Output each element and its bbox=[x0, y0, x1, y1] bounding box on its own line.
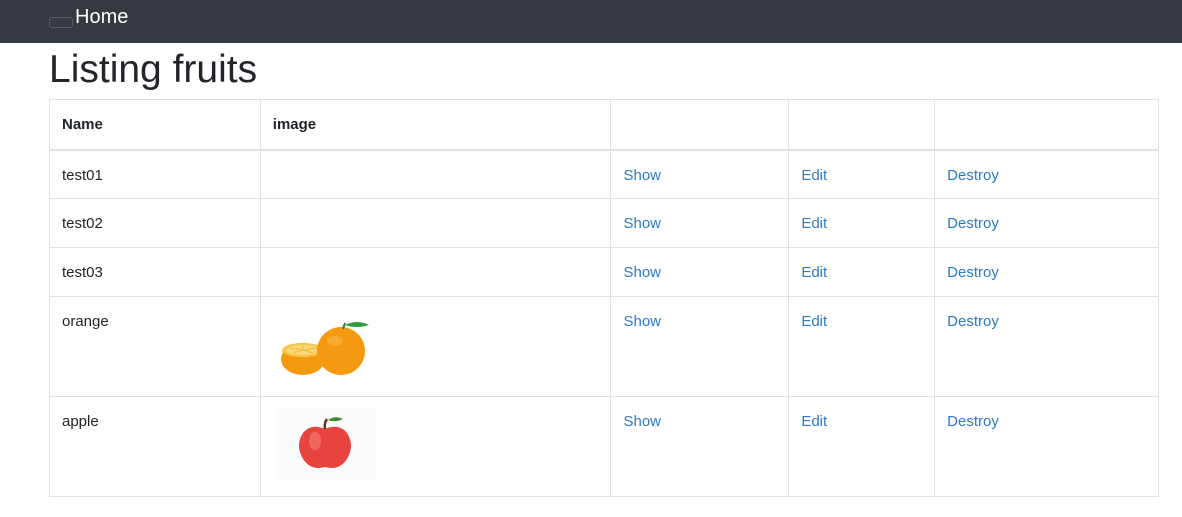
fruit-name: test02 bbox=[49, 198, 261, 248]
home-link[interactable]: Home bbox=[75, 5, 128, 29]
table-row: test01 Show Edit Destroy bbox=[49, 149, 1159, 199]
fruit-name: orange bbox=[49, 296, 261, 397]
show-link[interactable]: Show bbox=[623, 413, 661, 430]
edit-link[interactable]: Edit bbox=[801, 413, 827, 430]
header-image: image bbox=[259, 99, 612, 151]
navbar-toggler-button[interactable] bbox=[49, 17, 73, 28]
header-destroy bbox=[934, 99, 1159, 151]
header-show bbox=[610, 99, 790, 151]
table-row: test03 Show Edit Destroy bbox=[49, 247, 1159, 297]
orange-image bbox=[280, 322, 369, 375]
edit-link[interactable]: Edit bbox=[801, 167, 827, 184]
fruit-image-cell bbox=[259, 296, 612, 397]
table-row: test02 Show Edit Destroy bbox=[49, 198, 1159, 248]
fruits-table: Name image test01 Show Edit Destroy test… bbox=[49, 99, 1159, 497]
table-row: apple Show Edit Destroy bbox=[49, 396, 1159, 497]
fruit-image-cell bbox=[259, 396, 612, 497]
destroy-link[interactable]: Destroy bbox=[947, 264, 999, 281]
header-name: Name bbox=[49, 99, 261, 151]
edit-link[interactable]: Edit bbox=[801, 215, 827, 232]
edit-link[interactable]: Edit bbox=[801, 264, 827, 281]
destroy-link[interactable]: Destroy bbox=[947, 167, 999, 184]
fruit-image-cell bbox=[259, 149, 612, 199]
header-edit bbox=[788, 99, 936, 151]
fruit-image-cell bbox=[259, 198, 612, 248]
fruits-table-container: Name image test01 Show Edit Destroy test… bbox=[49, 99, 1159, 497]
apple-image bbox=[276, 407, 377, 479]
destroy-link[interactable]: Destroy bbox=[947, 215, 999, 232]
fruit-name: apple bbox=[49, 396, 261, 497]
show-link[interactable]: Show bbox=[623, 167, 661, 184]
fruit-image-cell bbox=[259, 247, 612, 297]
show-link[interactable]: Show bbox=[623, 264, 661, 281]
edit-link[interactable]: Edit bbox=[801, 313, 827, 330]
table-row: orange Show Edit Destroy bbox=[49, 296, 1159, 397]
show-link[interactable]: Show bbox=[623, 215, 661, 232]
destroy-link[interactable]: Destroy bbox=[947, 413, 999, 430]
fruit-name: test01 bbox=[49, 149, 261, 199]
destroy-link[interactable]: Destroy bbox=[947, 313, 999, 330]
page-title: Listing fruits bbox=[49, 48, 258, 91]
top-navbar: Home bbox=[0, 0, 1182, 43]
fruit-name: test03 bbox=[49, 247, 261, 297]
show-link[interactable]: Show bbox=[623, 313, 661, 330]
table-header-row: Name image bbox=[49, 99, 1159, 151]
